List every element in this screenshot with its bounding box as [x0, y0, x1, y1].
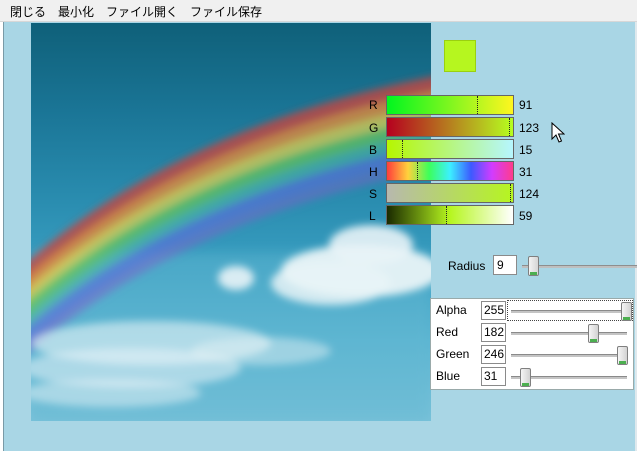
bar-g-marker	[509, 118, 510, 136]
blue-input[interactable]: 31	[481, 367, 506, 386]
argb-panel: Alpha 255 Red 182 Green 246 Blue 31	[430, 298, 634, 390]
menu-bar: 閉じる 最小化 ファイル開く ファイル保存	[0, 0, 637, 22]
red-slider-thumb[interactable]	[588, 324, 599, 343]
mouse-cursor-icon	[551, 122, 565, 143]
bar-label-h: H	[369, 165, 378, 179]
menu-open-file[interactable]: ファイル開く	[100, 0, 184, 22]
blue-row: Blue 31	[431, 366, 635, 388]
alpha-slider-track[interactable]	[511, 310, 627, 313]
bar-value-l: 59	[519, 209, 533, 223]
bar-label-b: B	[369, 143, 378, 157]
green-row: Green 246	[431, 344, 635, 366]
radius-slider-thumb[interactable]	[528, 256, 539, 276]
alpha-label: Alpha	[436, 303, 467, 317]
bar-value-b: 15	[519, 143, 533, 157]
bar-value-s: 124	[519, 187, 540, 201]
bar-b[interactable]	[386, 139, 514, 159]
alpha-slider-thumb[interactable]	[621, 302, 632, 321]
window-frame-left-edge	[3, 22, 4, 451]
red-slider-track[interactable]	[511, 332, 627, 335]
bar-label-l: L	[369, 209, 376, 223]
menu-save-file[interactable]: ファイル保存	[184, 0, 268, 22]
bar-h[interactable]	[386, 161, 514, 181]
red-row: Red 182	[431, 322, 635, 344]
bar-label-r: R	[369, 98, 378, 112]
bar-s-marker	[510, 184, 511, 202]
green-label: Green	[436, 347, 470, 361]
radius-input[interactable]: 9	[493, 255, 517, 275]
bar-l[interactable]	[386, 205, 514, 225]
alpha-row: Alpha 255	[431, 300, 635, 322]
red-label: Red	[436, 325, 459, 339]
bar-label-g: G	[369, 121, 379, 135]
bar-l-marker	[446, 206, 447, 224]
menu-minimize[interactable]: 最小化	[52, 0, 100, 22]
current-color-swatch	[444, 40, 476, 72]
radius-label: Radius	[448, 259, 486, 273]
bar-label-s: S	[369, 187, 378, 201]
bar-r[interactable]	[386, 95, 514, 115]
bar-s[interactable]	[386, 183, 514, 203]
green-slider-track[interactable]	[511, 354, 627, 357]
bar-h-marker	[417, 162, 418, 180]
radius-slider-track[interactable]	[522, 265, 637, 268]
green-slider-thumb[interactable]	[617, 346, 628, 365]
alpha-input[interactable]: 255	[481, 301, 506, 320]
bar-g[interactable]	[386, 117, 514, 137]
red-input[interactable]: 182	[481, 323, 506, 342]
blue-label: Blue	[436, 369, 461, 383]
menu-close[interactable]: 閉じる	[4, 0, 52, 22]
blue-slider-thumb[interactable]	[520, 368, 531, 387]
bar-r-marker	[477, 96, 478, 114]
bar-value-r: 91	[519, 98, 533, 112]
bar-value-h: 31	[519, 165, 533, 179]
green-input[interactable]: 246	[481, 345, 506, 364]
bar-b-marker	[402, 140, 403, 158]
